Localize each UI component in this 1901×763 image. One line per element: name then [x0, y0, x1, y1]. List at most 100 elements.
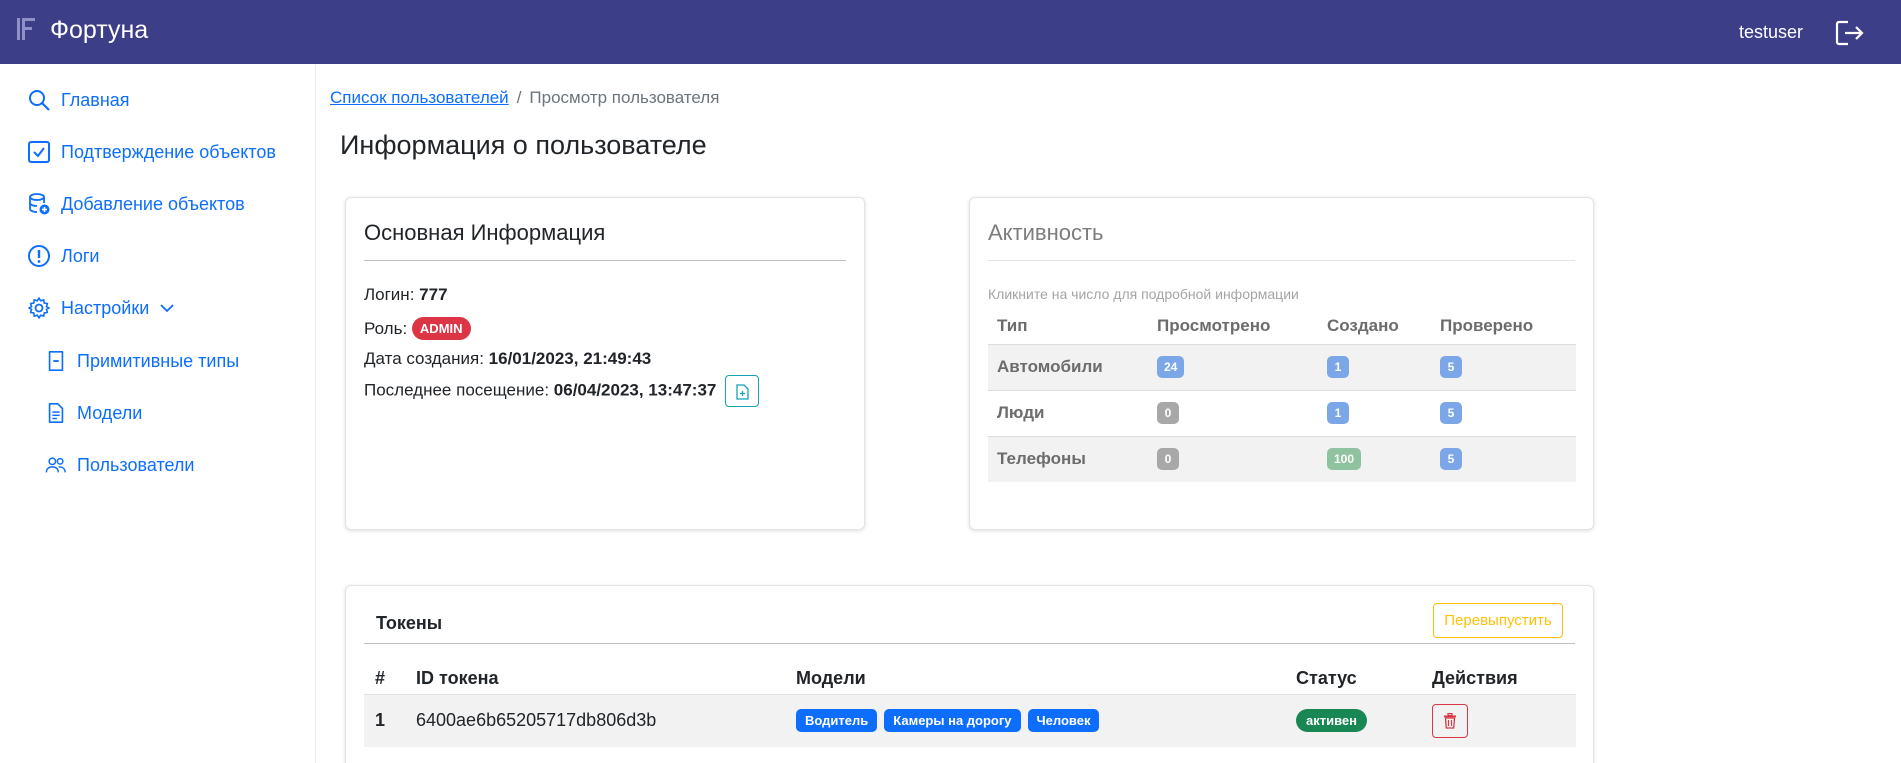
table-row: Телефоны 0 100 5: [988, 435, 1576, 482]
card-title: Активность: [988, 220, 1104, 245]
page-title: Информация о пользователе: [340, 130, 707, 160]
username: testuser: [1738, 22, 1803, 42]
delete-token-button[interactable]: [1432, 703, 1468, 738]
role-row: Роль: ADMIN: [364, 317, 471, 340]
table-row: Автомобили 24 1 5: [988, 343, 1576, 390]
login-label: Логин:: [364, 285, 415, 304]
sidebar-item-settings[interactable]: Настройки: [27, 296, 175, 320]
created-cell: 1: [1318, 343, 1431, 390]
sidebar-item-label: Пользователи: [77, 454, 195, 475]
last-visit-label: Последнее посещение:: [364, 380, 550, 400]
column-header-checked: Проверено: [1440, 315, 1534, 335]
role-badge: ADMIN: [411, 317, 471, 340]
breadcrumb: Список пользователей / Просмотр пользовате…: [330, 88, 719, 108]
logout-button[interactable]: [1835, 20, 1865, 46]
token-actions-cell: [1421, 693, 1576, 747]
viewed-count-badge[interactable]: 0: [1157, 402, 1179, 424]
sidebar-item-label: Добавление объектов: [61, 193, 245, 214]
column-header-actions: Действия: [1432, 668, 1518, 689]
table-header-row: Тип Просмотрено Создано Проверено: [988, 308, 1576, 344]
checked-count-badge[interactable]: 5: [1440, 402, 1462, 424]
chevron-down-icon: [160, 304, 174, 313]
sidebar-item-home[interactable]: Главная: [27, 88, 130, 112]
created-count-badge[interactable]: 1: [1327, 356, 1349, 378]
checked-count-badge[interactable]: 5: [1440, 448, 1462, 471]
sidebar-item-label: Логи: [61, 245, 100, 266]
sidebar-item-models[interactable]: Модели: [45, 402, 142, 424]
sidebar-item-add-objects[interactable]: Добавление объектов: [27, 192, 245, 216]
status-badge: активен: [1296, 709, 1367, 733]
last-visit-row: Последнее посещение: 06/04/2023, 13:47:3…: [364, 375, 760, 407]
table-row: 1 6400ae6b65205717db806d3b Водитель Каме…: [364, 693, 1576, 747]
checked-cell: 5: [1431, 389, 1576, 436]
card-title: Токены: [376, 613, 443, 633]
people-icon: [45, 457, 66, 473]
sidebar-item-label: Подтверждение объектов: [61, 141, 276, 162]
role-label: Роль:: [364, 319, 408, 338]
breadcrumb-separator: /: [516, 88, 522, 107]
file-text-icon: [48, 403, 64, 423]
checked-cell: 5: [1431, 435, 1576, 482]
sidebar-item-label: Примитивные типы: [77, 350, 240, 371]
breadcrumb-link-users-list[interactable]: Список пользователей: [330, 88, 509, 107]
sidebar-item-label: Модели: [77, 402, 143, 423]
created-cell: 1: [1318, 389, 1431, 436]
login-row: Логин: 777: [364, 285, 448, 305]
viewed-cell: 0: [1148, 435, 1318, 482]
created-cell: 100: [1318, 435, 1431, 482]
top-bar: Фортуна testuser: [0, 0, 1901, 64]
viewed-count-badge[interactable]: 24: [1157, 356, 1185, 378]
viewed-cell: 0: [1148, 389, 1318, 436]
table-header-row: # ID токена Модели Статус Действия: [364, 664, 1576, 694]
created-count-badge[interactable]: 100: [1327, 448, 1362, 471]
tokens-table: # ID токена Модели Статус Действия 1 640…: [364, 664, 1576, 747]
viewed-count-badge[interactable]: 0: [1157, 448, 1179, 471]
sidebar-item-confirm-objects[interactable]: Подтверждение объектов: [27, 140, 276, 164]
sidebar-item-users[interactable]: Пользователи: [45, 454, 194, 476]
database-add-icon: [29, 193, 50, 215]
card-title: Основная Информация: [364, 220, 606, 245]
type-cell: Телефоны: [988, 435, 1148, 482]
exclamation-circle-icon: [28, 245, 50, 267]
divider: [364, 260, 846, 261]
column-header-status: Статус: [1296, 668, 1357, 689]
activity-card: Активность Кликните на число для подробн…: [969, 197, 1594, 530]
sidebar-item-logs[interactable]: Логи: [27, 244, 99, 268]
divider: [988, 260, 1575, 261]
type-cell: Люди: [988, 389, 1148, 436]
check-square-icon: [28, 141, 50, 163]
created-count-badge[interactable]: 1: [1327, 402, 1349, 424]
model-badge: Человек: [1027, 709, 1100, 733]
basic-info-card: Основная Информация Логин: 777 Роль: ADM…: [345, 197, 865, 530]
type-cell: Автомобили: [988, 343, 1148, 390]
divider: [364, 643, 1575, 644]
activity-table: Тип Просмотрено Создано Проверено Автомо…: [988, 308, 1576, 482]
viewed-cell: 24: [1148, 343, 1318, 390]
column-header-type: Тип: [997, 315, 1028, 335]
column-header-token-id: ID токена: [416, 668, 499, 689]
checked-cell: 5: [1431, 343, 1576, 390]
model-badge: Камеры на дорогу: [884, 709, 1021, 733]
sidebar-item-primitive-types[interactable]: Примитивные типы: [45, 350, 239, 372]
last-visit-value: 06/04/2023, 13:47:37: [553, 380, 717, 400]
login-value: 777: [419, 285, 448, 304]
app-title[interactable]: Фортуна: [50, 16, 148, 45]
table-row: Люди 0 1 5: [988, 389, 1576, 436]
logout-icon: [1835, 20, 1864, 46]
reissue-button[interactable]: Перевыпустить: [1433, 603, 1563, 638]
gear-icon: [28, 297, 50, 319]
checked-count-badge[interactable]: 5: [1440, 356, 1462, 378]
sidebar: Главная Подтверждение объектов Добавлени…: [0, 64, 316, 763]
file-plus-icon: [736, 384, 749, 400]
breadcrumb-current: Просмотр пользователя: [529, 88, 720, 107]
token-status-cell: активен: [1285, 693, 1421, 747]
created-row: Дата создания: 16/01/2023, 21:49:43: [364, 349, 651, 369]
column-header-viewed: Просмотрено: [1157, 315, 1271, 335]
file-minus-icon: [48, 351, 64, 371]
column-header-models: Модели: [796, 668, 866, 689]
column-header-index: #: [375, 668, 386, 689]
tokens-card: Токены Перевыпустить # ID токена Модели …: [345, 585, 1594, 763]
visit-details-button[interactable]: [725, 375, 760, 407]
model-badge: Водитель: [796, 709, 878, 733]
token-models-cell: Водитель Камеры на дорогу Человек: [785, 693, 1285, 747]
